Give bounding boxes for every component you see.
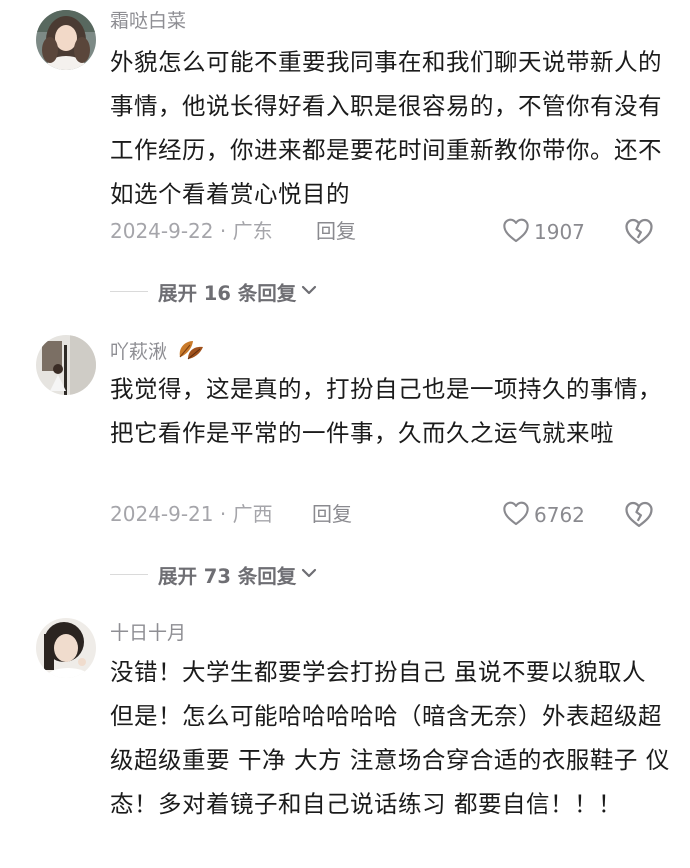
avatar[interactable] (36, 618, 96, 678)
like-count: 1907 (534, 220, 585, 244)
comment-item: 霜哒白菜 外貌怎么可能不重要我同事在和我们聊天说带新人的事情，他说长得好看入职是… (0, 0, 690, 320)
username[interactable]: 吖萩湫 (110, 337, 206, 368)
dislike-button[interactable] (624, 217, 654, 249)
username-text: 吖萩湫 (110, 341, 168, 363)
expand-replies-label: 展开 16 条回复 (158, 282, 297, 305)
expand-replies[interactable]: 展开 16 条回复 (110, 277, 318, 306)
leaves-emoji-icon (176, 337, 206, 368)
avatar[interactable] (36, 335, 96, 395)
heart-outline-icon (502, 217, 530, 247)
comment-text: 外貌怎么可能不重要我同事在和我们聊天说带新人的事情，他说长得好看入职是很容易的，… (110, 48, 662, 208)
username[interactable]: 霜哒白菜 (110, 8, 186, 34)
username[interactable]: 十日十月 (110, 620, 186, 646)
chevron-down-icon (300, 281, 318, 303)
comment-meta: 2024-9-22 · 广东 (110, 219, 273, 243)
broken-heart-icon (624, 218, 654, 249)
comment-item: 十日十月 没错！大学生都要学会打扮自己 虽说不要以貌取人 但是！怎么可能哈哈哈哈… (0, 610, 690, 868)
like-count: 6762 (534, 503, 585, 527)
chevron-down-icon (300, 564, 318, 586)
avatar[interactable] (36, 10, 96, 70)
like-button[interactable]: 6762 (502, 500, 585, 530)
reply-button[interactable]: 回复 (312, 500, 352, 528)
reply-button[interactable]: 回复 (316, 217, 356, 245)
heart-outline-icon (502, 500, 530, 530)
comment-meta: 2024-9-21 · 广西 (110, 502, 273, 526)
comment-item: 吖萩湫 我觉得，这是真的，打扮自己也是一项持久的事情，把它看作是平常的一件事，久… (0, 320, 690, 610)
broken-heart-icon (624, 501, 654, 532)
expand-replies[interactable]: 展开 73 条回复 (110, 560, 318, 589)
dislike-button[interactable] (624, 500, 654, 532)
divider (110, 573, 148, 576)
divider (110, 290, 148, 293)
like-button[interactable]: 1907 (502, 217, 585, 247)
expand-replies-label: 展开 73 条回复 (158, 565, 297, 588)
comment-text: 我觉得，这是真的，打扮自己也是一项持久的事情，把它看作是平常的一件事，久而久之运… (110, 375, 662, 447)
comment-text: 没错！大学生都要学会打扮自己 虽说不要以貌取人 但是！怎么可能哈哈哈哈哈（暗含无… (110, 658, 670, 818)
